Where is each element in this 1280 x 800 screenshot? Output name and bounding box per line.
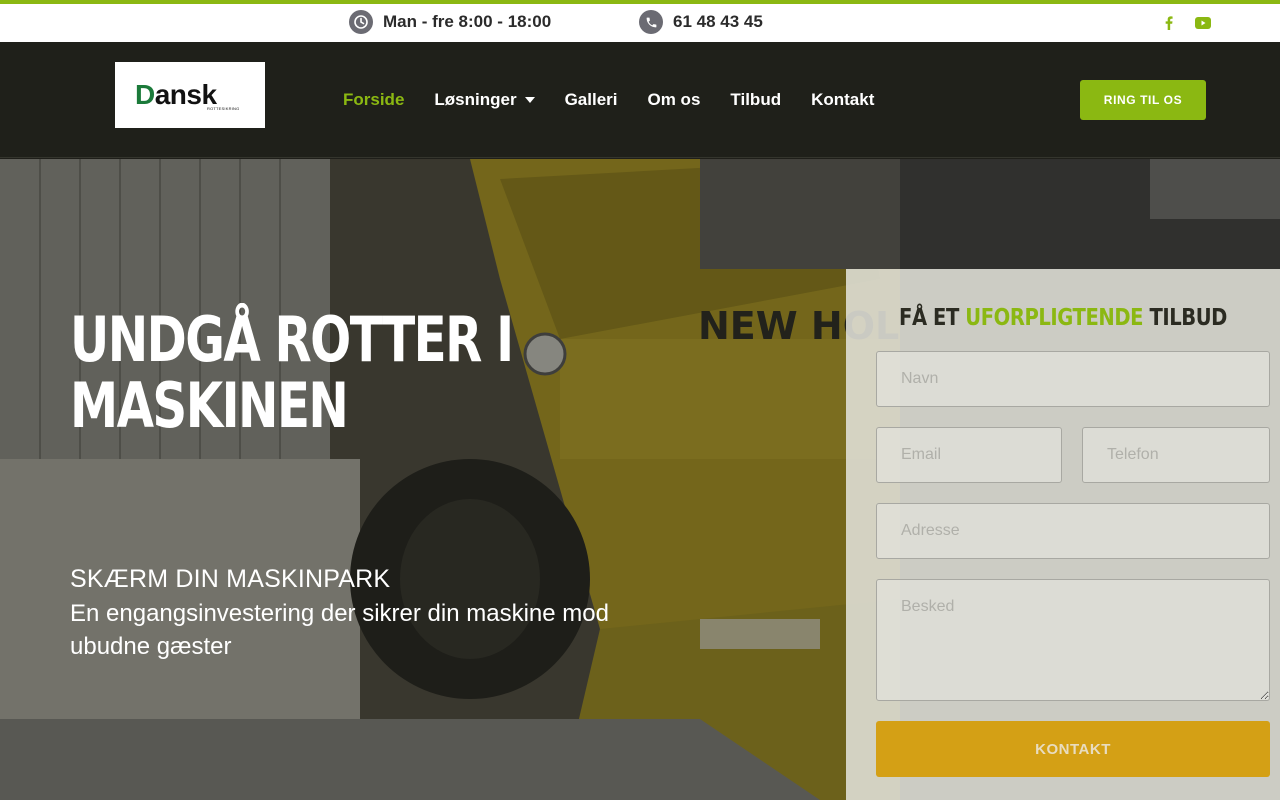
message-field[interactable]: [876, 579, 1270, 701]
phone-icon: [639, 10, 663, 34]
top-bar: Man - fre 8:00 - 18:00 61 48 43 45: [0, 0, 1280, 42]
hero-subtitle: SKÆRM DIN MASKINPARK: [70, 565, 391, 593]
opening-hours: Man - fre 8:00 - 18:00: [349, 10, 551, 34]
form-title-post: TILBUD: [1143, 305, 1227, 331]
form-title-highlight: UFORPLIGTENDE: [965, 305, 1144, 331]
hero-title: UNDGÅ ROTTER I MASKINEN: [70, 303, 514, 442]
phone-number-text: 61 48 43 45: [673, 12, 763, 31]
nav-item-forside[interactable]: Forside: [343, 90, 404, 110]
nav-item-losninger[interactable]: Løsninger: [434, 90, 535, 110]
opening-hours-text: Man - fre 8:00 - 18:00: [383, 12, 552, 31]
nav-item-label: Løsninger: [434, 90, 517, 109]
logo-wordmark: Dansk: [135, 79, 217, 110]
nav-item-om-os[interactable]: Om os: [648, 90, 701, 110]
form-title: FÅ ET UFORPLIGTENDE TILBUD: [879, 305, 1248, 331]
nav-item-tilbud[interactable]: Tilbud: [730, 90, 781, 110]
clock-icon: [349, 10, 373, 34]
logo[interactable]: Dansk ROTTESIKRING: [115, 62, 265, 128]
phone-field[interactable]: [1082, 427, 1270, 483]
address-field[interactable]: [876, 503, 1270, 559]
name-field[interactable]: [876, 351, 1270, 407]
submit-button[interactable]: KONTAKT: [876, 721, 1270, 777]
nav-item-galleri[interactable]: Galleri: [565, 90, 618, 110]
quote-form: FÅ ET UFORPLIGTENDE TILBUD KONTAKT: [846, 269, 1280, 800]
hero-description: En engangsinvestering der sikrer din mas…: [70, 600, 609, 660]
site-header: Dansk ROTTESIKRING Forside Løsninger Gal…: [0, 42, 1280, 158]
phone-number[interactable]: 61 48 43 45: [639, 10, 763, 34]
nav-item-kontakt[interactable]: Kontakt: [811, 90, 874, 110]
hero-section: NEW HOLLAND UNDGÅ ROTTER I MASKINEN SKÆR…: [0, 159, 1280, 800]
form-title-pre: FÅ ET: [899, 305, 966, 331]
facebook-icon[interactable]: [1160, 14, 1178, 32]
chevron-down-icon: [524, 97, 535, 103]
youtube-icon[interactable]: [1194, 14, 1212, 32]
call-us-button[interactable]: RING TIL OS: [1080, 80, 1206, 120]
logo-subtitle: ROTTESIKRING: [207, 106, 240, 111]
email-field[interactable]: [876, 427, 1062, 483]
main-nav: Forside Løsninger Galleri Om os Tilbud K…: [343, 42, 904, 158]
